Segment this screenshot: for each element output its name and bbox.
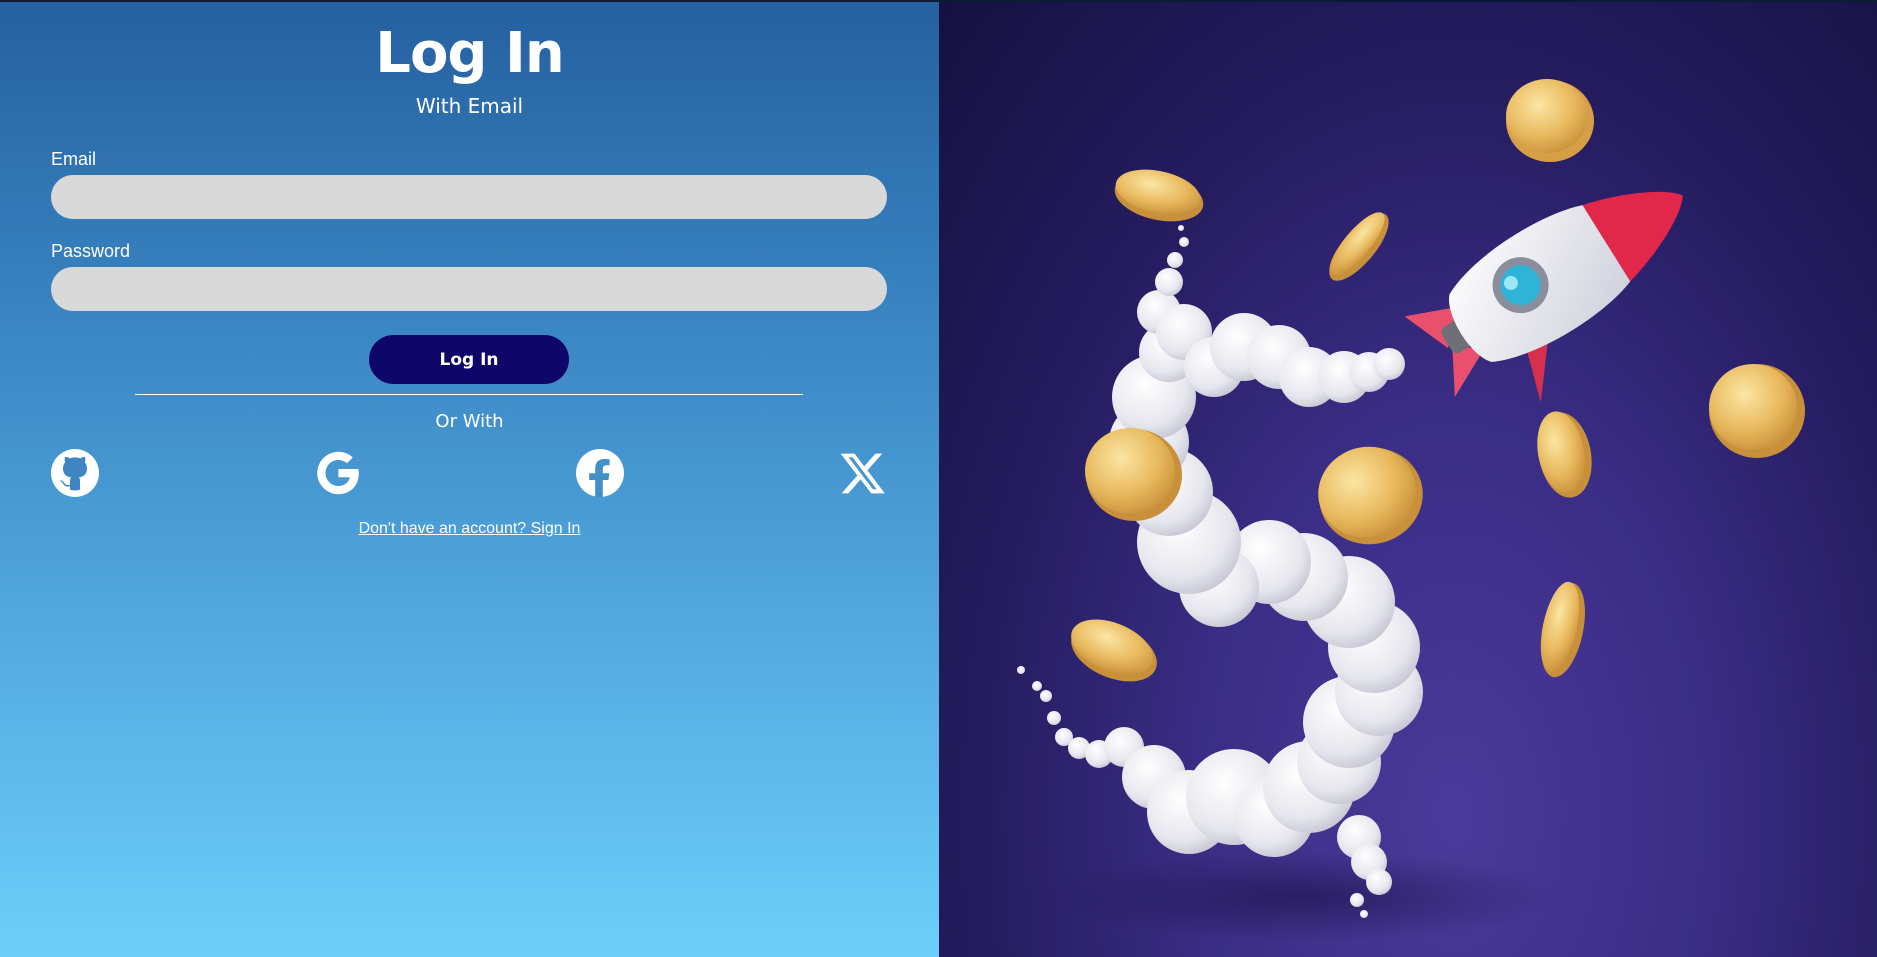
divider	[135, 394, 803, 395]
login-button[interactable]: Log In	[369, 335, 569, 384]
login-panel: Log In With Email Email Password Log In …	[0, 2, 939, 957]
page-title: Log In	[375, 21, 564, 86]
password-label: Password	[51, 241, 131, 261]
google-icon	[317, 451, 359, 495]
page-subtitle: With Email	[415, 94, 524, 118]
email-label: Email	[51, 149, 97, 169]
rocket-coins-illustration	[939, 2, 1877, 957]
facebook-login-button[interactable]	[576, 449, 624, 497]
ground-shadow	[1039, 852, 1559, 942]
password-field[interactable]	[51, 267, 887, 311]
signup-link-container: Don't have an account? Sign In	[0, 519, 939, 539]
x-icon	[840, 453, 885, 494]
github-icon	[51, 449, 99, 497]
google-login-button[interactable]	[314, 449, 362, 497]
facebook-icon	[576, 449, 624, 497]
email-field[interactable]	[51, 175, 887, 219]
illustration-art	[1017, 79, 1805, 942]
or-with-label: Or With	[435, 411, 504, 432]
rocket	[1404, 191, 1683, 403]
signup-link[interactable]: Don't have an account? Sign In	[359, 520, 581, 537]
smoke-trail	[1017, 225, 1423, 918]
x-login-button[interactable]	[839, 449, 887, 497]
github-login-button[interactable]	[51, 449, 99, 497]
login-page: Log In With Email Email Password Log In …	[0, 0, 1877, 957]
